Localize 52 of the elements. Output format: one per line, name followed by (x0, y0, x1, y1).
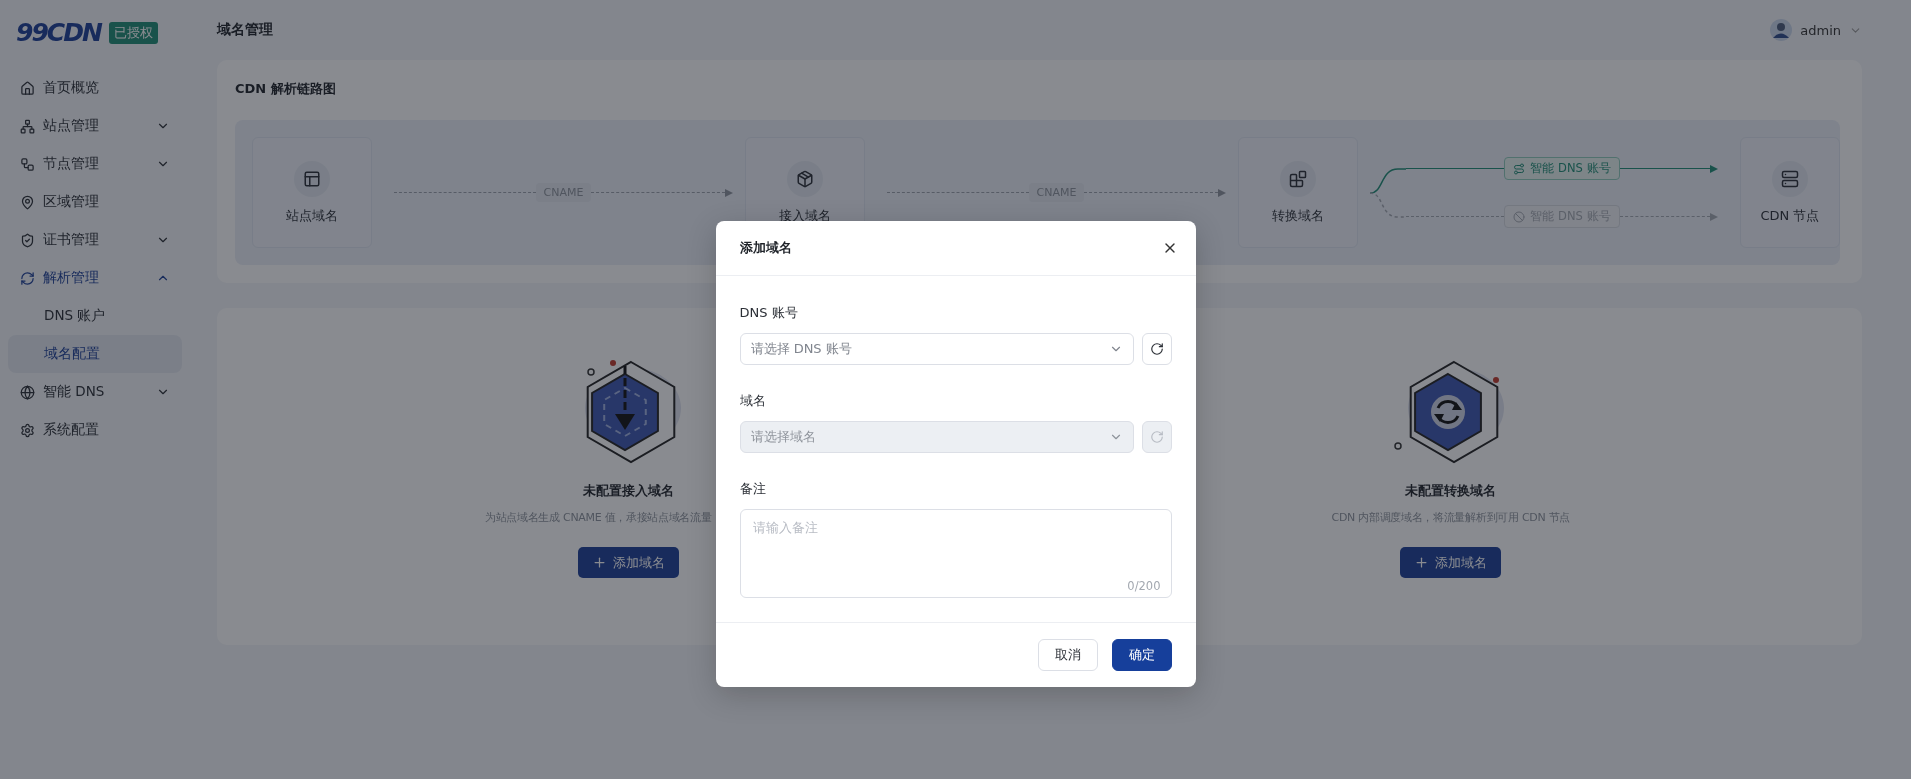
node-label: 站点域名 (286, 206, 338, 225)
select-field[interactable]: 请选择 DNS 账号 (739, 333, 1134, 365)
refresh-icon (20, 270, 35, 286)
card-title: CDN 解析链路图 (235, 80, 337, 98)
refresh-icon (1149, 430, 1164, 444)
refresh-button[interactable] (1141, 333, 1172, 365)
sidebar-subitem[interactable]: 域名配置 (8, 335, 182, 373)
license-badge: 已授权 (108, 21, 158, 44)
network-icon (20, 118, 35, 134)
server-icon (1772, 160, 1808, 197)
empty-title: 未配置转换域名 (1405, 482, 1497, 500)
blocks-icon (1280, 160, 1316, 197)
avatar-icon (1770, 19, 1793, 41)
logo: 99CDN (16, 18, 101, 47)
refresh-icon (1149, 342, 1164, 356)
node-label: CDN 节点 (1760, 206, 1820, 225)
sidebar-item[interactable]: 系统配置 (8, 411, 182, 449)
plus-icon (591, 555, 607, 570)
sidebar-item[interactable]: 区域管理 (8, 183, 182, 221)
add-domain-button[interactable]: 添加域名 (1400, 547, 1502, 578)
field-label: DNS 账号 (739, 304, 799, 322)
confirm-button[interactable]: 确定 (1111, 639, 1172, 671)
sidebar-item[interactable]: 解析管理 (8, 259, 182, 297)
sidebar-subitem[interactable]: DNS 账户 (8, 297, 182, 335)
sidebar-item[interactable]: 节点管理 (8, 145, 182, 183)
cancel-button[interactable]: 取消 (1037, 639, 1098, 671)
field-label: 备注 (739, 480, 767, 498)
dialog-title: 添加域名 (739, 239, 792, 257)
user-menu[interactable]: admin (1770, 19, 1862, 41)
location-icon (20, 194, 35, 210)
package-icon (787, 160, 823, 197)
ban-icon (1513, 210, 1526, 223)
route-icon (1513, 162, 1526, 175)
home-icon (20, 80, 35, 96)
globe-icon (20, 384, 35, 400)
settings-icon (20, 422, 35, 438)
route-label: 智能 DNS 账号 (1504, 157, 1620, 180)
field-label: 域名 (739, 392, 767, 410)
nodes-icon (20, 156, 35, 172)
add-domain-button[interactable]: 添加域名 (577, 547, 679, 578)
sidebar-item[interactable]: 证书管理 (8, 221, 182, 259)
page-title: 域名管理 (217, 21, 273, 39)
char-counter: 0/200 (1127, 579, 1161, 593)
node-label: 转换域名 (1272, 206, 1324, 225)
sidebar-item[interactable]: 智能 DNS (8, 373, 182, 411)
sidebar-item[interactable]: 首页概览 (8, 69, 182, 107)
shield-icon (20, 232, 35, 248)
empty-title: 未配置接入域名 (582, 482, 674, 500)
sidebar-item[interactable]: 站点管理 (8, 107, 182, 145)
remark-field[interactable]: 请输入备注 0/200 (739, 509, 1172, 598)
plus-icon (1414, 555, 1430, 570)
window-icon (294, 160, 330, 197)
